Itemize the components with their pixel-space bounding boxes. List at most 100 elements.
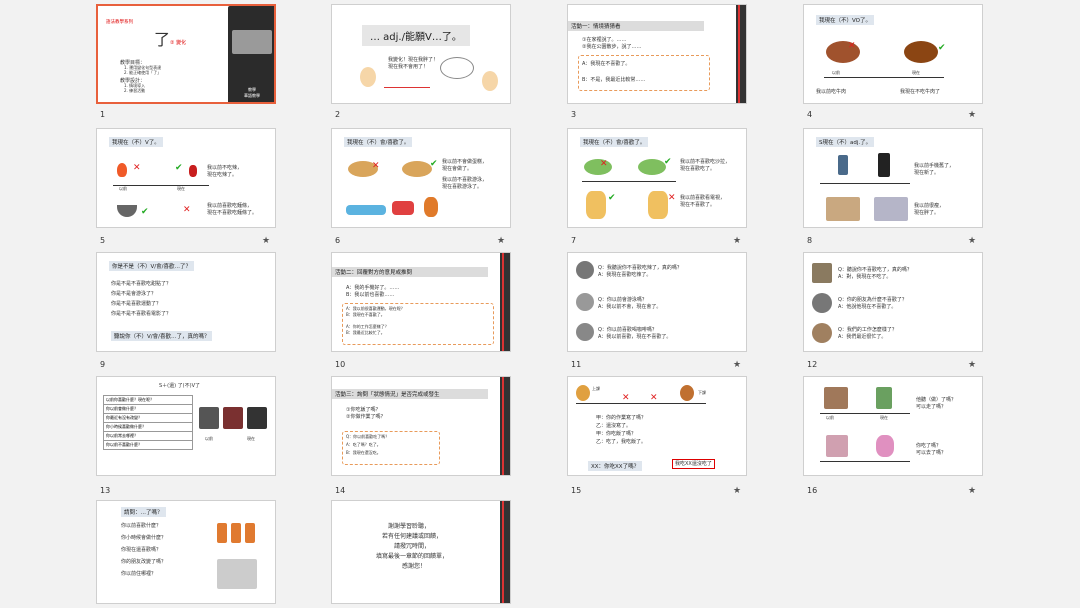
avatar [576, 323, 594, 341]
slide-text: 你是不是喜歡運動了？ [111, 301, 162, 307]
slide-text: 現在喜歡吃了。 [680, 166, 716, 172]
cross-icon: ✕ [600, 159, 608, 169]
slide-text: 請撥冗時間， [394, 543, 431, 550]
slide-text: 可以去了嗎？ [916, 450, 947, 456]
slide-text: 你是不是不喜歡吃甜點了？ [111, 281, 172, 287]
slide-thumbnail-4[interactable]: 我現在（不）VO了。 ✕ ✔ 以前 現在 我以前吃牛肉 我現在不吃牛肉了 [803, 4, 983, 104]
slide-text: B：我最近比較忙了。 [346, 330, 385, 335]
illustration [876, 435, 894, 457]
slide-thumbnail-15[interactable]: 上課 ✕ ✕ 下課 甲：你的作業寫了嗎？ 乙：還沒寫了。 甲：你吃飯了嗎？ 乙：… [567, 376, 747, 476]
animation-star-icon[interactable]: ★ [968, 236, 976, 246]
slide-text: 2. 能正確使用「了」 [124, 70, 162, 75]
slide-number: 9 [100, 360, 106, 369]
slide-thumbnail-14[interactable]: 活動三：詢問「狀態情況」是否完成或發生 ①你吃飯了嗎？ ②你做作業了嗎？ Q：你… [331, 376, 511, 476]
slide-subtitle: ② 變化 [170, 40, 187, 46]
steak-image [904, 41, 938, 63]
slide-thumbnail-12[interactable]: Q：聽說你不喜歡吃了，真的嗎？ A：對，我現在不吃了。 Q：你的朋友為什麼不喜歡… [803, 252, 983, 352]
chili-image [189, 165, 197, 177]
slide-thumbnail-13[interactable]: S＋(還) 了(不)V了 以前你喜歡什麼？現在呢？ 你以前會做什麼？ 你最近有沒… [96, 376, 276, 476]
animation-star-icon[interactable]: ★ [497, 236, 505, 246]
slide-side-bar [500, 501, 510, 603]
animation-star-icon[interactable]: ★ [733, 236, 741, 246]
slide-title: 了 [154, 30, 171, 49]
slide-text: 我變化！現在我胖了！ [388, 57, 439, 63]
slide-thumbnail-11[interactable]: Q：我聽說你不喜歡吃辣了，真的嗎？ A：我現在喜歡吃辣了。 Q：你以前會游泳嗎？… [567, 252, 747, 352]
slide-text: 現在 [912, 70, 920, 75]
slide-thumbnail-1[interactable]: 語法教學系列 了 ② 變化 教學目標： 1. 運用變化句型表達 2. 能正確使用… [96, 4, 276, 104]
slide-thumbnail-6[interactable]: 我現在（不）會/喜歡了。 ✕ ✔ 我以前不會做蛋糕， 現在會做了。 我以前不喜歡… [331, 128, 511, 228]
old-phone-image [838, 155, 848, 175]
slide-thumbnail-2[interactable]: … adj./能願V…了。 我變化！現在我胖了！ 現在我不會用了！ [331, 4, 511, 104]
slide-question: XX：你吃XX了嗎？ [588, 461, 643, 471]
animation-star-icon[interactable]: ★ [262, 236, 270, 246]
cartoon-kids-image [217, 523, 227, 543]
slide-number: 11 [571, 360, 582, 369]
noodle-bowl-image [117, 205, 137, 217]
timeline [824, 77, 944, 78]
check-icon: ✔ [938, 43, 946, 53]
dancer-image [424, 197, 438, 217]
slide-text: B：我現在還沒吃。 [346, 450, 381, 455]
slide-text: ①在家裡說了。…… [582, 37, 627, 43]
slide-text: 我以前喜歡吃麵條， [207, 203, 253, 209]
slide-text: 我以前吃牛肉 [816, 89, 847, 95]
photo [223, 407, 243, 429]
slide-thumbnail-3[interactable]: 活動一：情境猜猜看 ①在家裡說了。…… ②我在公園散步，說了…… A：我現在不喜… [567, 4, 747, 104]
cartoon-kids-image [231, 523, 241, 543]
slide-number: 12 [807, 360, 818, 369]
slide-text: B：我以前也喜歡…… [346, 292, 395, 298]
slide-number: 14 [335, 486, 346, 495]
check-icon: ✔ [430, 159, 438, 169]
slide-text: Q：你以前會游泳嗎？ [598, 297, 647, 303]
slide-text: A：吃了嗎？吃了。 [346, 442, 381, 447]
slide-title: 活動三：詢問「狀態情況」是否完成或發生 [332, 389, 488, 399]
animation-star-icon[interactable]: ★ [968, 360, 976, 370]
slide-thumbnail-7[interactable]: 我現在（不）會/喜歡了。 ✕ ✔ 我以前不喜歡吃沙拉， 現在喜歡吃了。 ✔ ✕ … [567, 128, 747, 228]
slide-text: 甲：你吃飯了嗎？ [596, 431, 637, 437]
slide-thumbnail-9[interactable]: 你是不是（不）V/會/喜歡…了？ 你是不是不喜歡吃甜點了？ 你是不是會游泳了？ … [96, 252, 276, 352]
timeline [820, 461, 910, 462]
slide-question: 聽說你（不）V/會/喜歡…了，真的嗎？ [111, 331, 213, 341]
slide-text: ②我在公園散步，說了…… [582, 44, 642, 50]
slide-thumbnail-5[interactable]: 我現在（不）V了。 ✕ ✔ 以前 現在 我以前不吃辣， 現在吃辣了。 ✔ ✕ 我… [96, 128, 276, 228]
animation-star-icon[interactable]: ★ [968, 486, 976, 496]
slide-text: 現在新了。 [914, 170, 940, 176]
slide-number: 3 [571, 110, 577, 119]
swimmer-image [346, 205, 386, 215]
slide-text: Q：聽說你不喜歡吃了，真的嗎？ [838, 267, 912, 273]
animation-star-icon[interactable]: ★ [733, 360, 741, 370]
slide-text: 以前 [119, 186, 127, 191]
slide-thumbnail-16[interactable]: 以前 現在 他聽（做）了嗎？ 可以走了嗎？ 你吃了嗎？ 可以去了嗎？ [803, 376, 983, 476]
cross-icon: ✕ [848, 41, 856, 51]
slide-thumbnail-17[interactable]: 請問：…了嗎？ 你以前喜歡什麼？ 你小時候會做什麼？ 你現在還喜歡嗎？ 你的朋友… [96, 500, 276, 604]
slide-thumbnail-18[interactable]: 謝謝學習聆聽， 若有任何建議或回饋， 請撥冗時間， 填寫最後一章節的回饋單， 感… [331, 500, 511, 604]
answer-box: 我吃XX還沒吃了 [672, 459, 715, 469]
slide-text: ①你吃飯了嗎？ [346, 407, 381, 413]
slide-title: 我現在（不）會/喜歡了。 [344, 137, 413, 147]
slide-thumbnail-8[interactable]: S現在（不）adj.了。 我以前手機舊了， 現在新了。 我以前很瘦， 現在胖了。 [803, 128, 983, 228]
slide-text: 現在我不會用了！ [388, 64, 429, 70]
slide-text: Q：你以前喜歡喝咖啡嗎？ [598, 327, 657, 333]
slide-text: 填寫最後一章節的回饋單， [376, 553, 449, 560]
slide-thumbnail-10[interactable]: 活動二：回覆對方的意見或推問 A：我的手機好了。…… B：我以前也喜歡…… A：… [331, 252, 511, 352]
slide-text: 現在喜歡游泳了。 [442, 184, 483, 190]
slide-text: 現在胖了。 [914, 210, 940, 216]
fire-image [117, 163, 127, 177]
slide-text: 現在 [177, 186, 185, 191]
student-image [576, 385, 590, 401]
slide-text: A：我現在喜歡吃辣了。 [598, 272, 652, 278]
slide-text: 你是不是會游泳了？ [111, 291, 157, 297]
avatar [576, 261, 594, 279]
list-item: 你的朋友改變了嗎？ [121, 559, 167, 565]
slide-title: 我現在（不）VO了。 [816, 15, 874, 25]
slide-number: 4 [807, 110, 813, 119]
slide-text: B：我現在不喜歡了。 [346, 312, 385, 317]
slide-title: … adj./能願V…了。 [362, 25, 470, 46]
photo [247, 407, 267, 429]
salad-image [638, 159, 666, 175]
list-item: 你以前住哪裡？ [121, 571, 157, 577]
animation-star-icon[interactable]: ★ [733, 486, 741, 496]
animation-star-icon[interactable]: ★ [968, 110, 976, 120]
table-row: 以前你喜歡什麼？現在呢？ [103, 395, 193, 405]
slide-number: 5 [100, 236, 106, 245]
